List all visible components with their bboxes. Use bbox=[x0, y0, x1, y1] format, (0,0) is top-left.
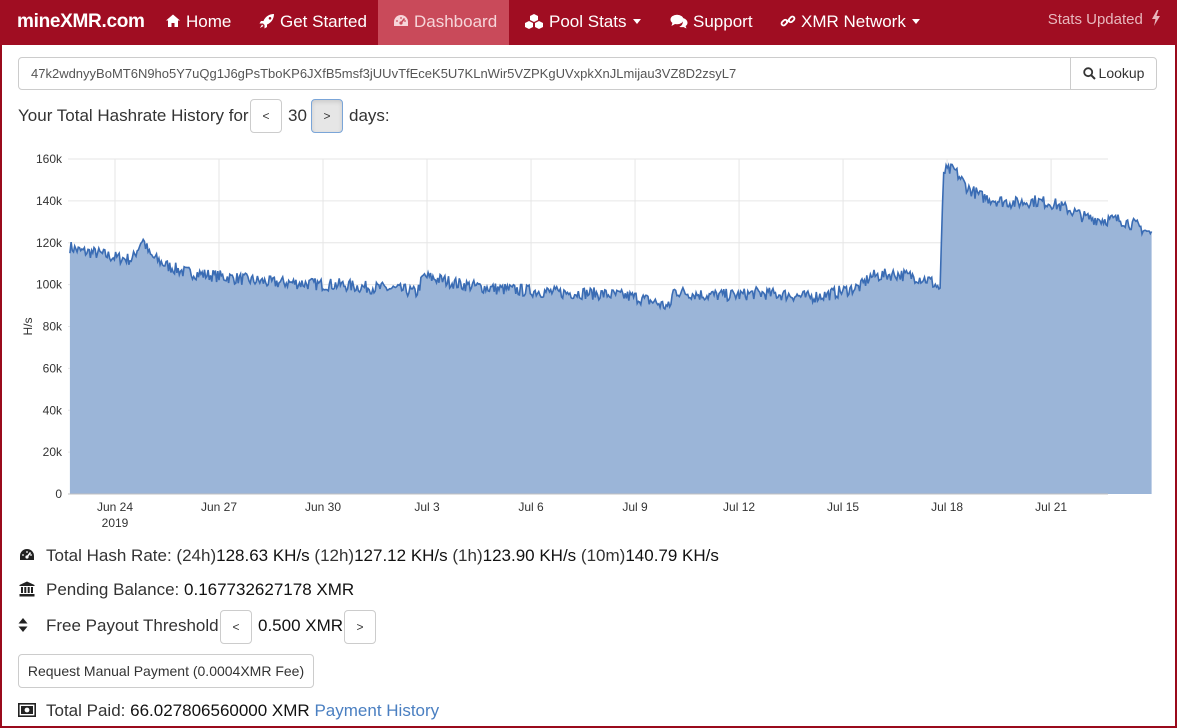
x-tick-label: Jul 18 bbox=[931, 500, 963, 514]
nav-dashboard-label: Dashboard bbox=[414, 12, 498, 31]
bank-icon bbox=[19, 581, 35, 597]
comments-icon bbox=[670, 14, 688, 29]
history-label: Your Total Hashrate History for bbox=[18, 106, 249, 125]
threshold-value: 0.500 XMR bbox=[258, 616, 343, 636]
nav-home-label: Home bbox=[186, 12, 232, 31]
y-axis-label: H/s bbox=[21, 318, 35, 336]
payment-history-link[interactable]: Payment History bbox=[314, 701, 439, 720]
rate-1h-value: 123.90 KH/s bbox=[482, 546, 577, 565]
address-input[interactable]: 47k2wdnyyBoMT6N9ho5Y7uQg1J6gPsTboKP6JXfB… bbox=[18, 57, 1071, 90]
days-next-button[interactable]: > bbox=[311, 99, 343, 133]
x-tick-label: Jul 3 bbox=[414, 500, 440, 514]
link-icon bbox=[780, 15, 796, 27]
nav-xmr-network[interactable]: XMR Network bbox=[780, 0, 920, 45]
y-tick-label: 40k bbox=[43, 403, 63, 417]
y-tick-label: 20k bbox=[43, 445, 63, 459]
payout-threshold-row: Free Payout Threshold: bbox=[18, 616, 223, 636]
x-tick-label: Jun 24 bbox=[97, 500, 133, 514]
nav-support-label: Support bbox=[693, 12, 753, 31]
bolt-icon bbox=[1152, 10, 1160, 26]
nav-dashboard[interactable]: Dashboard bbox=[378, 0, 509, 45]
y-tick-label: 0 bbox=[55, 487, 62, 501]
total-paid-label: Total Paid: bbox=[46, 701, 126, 720]
x-tick-label: Jul 12 bbox=[723, 500, 755, 514]
rocket-icon bbox=[259, 14, 274, 29]
dashboard-icon bbox=[20, 549, 34, 560]
y-tick-label: 80k bbox=[43, 320, 63, 334]
x-tick-label: Jul 6 bbox=[518, 500, 544, 514]
nav-support[interactable]: Support bbox=[670, 0, 753, 45]
nav-pool-stats-label: Pool Stats bbox=[549, 12, 627, 31]
x-tick-year-label: 2019 bbox=[102, 516, 129, 530]
pending-balance-label: Pending Balance: bbox=[46, 580, 180, 599]
days-value: 30 bbox=[288, 106, 307, 125]
series-area bbox=[69, 164, 1152, 495]
chevron-down-icon bbox=[911, 19, 920, 24]
rate-12h-label: (12h) bbox=[314, 546, 355, 565]
cubes-icon bbox=[525, 14, 543, 29]
total-hash-rate-row: Total Hash Rate: (24h)128.63 KH/s (12h)1… bbox=[18, 546, 719, 566]
nav-xmr-network-label: XMR Network bbox=[801, 12, 906, 31]
y-tick-label: 120k bbox=[36, 236, 63, 250]
x-tick-label: Jun 30 bbox=[305, 500, 341, 514]
nav-home[interactable]: Home bbox=[165, 0, 231, 45]
nav-get-started-label: Get Started bbox=[280, 12, 367, 31]
y-tick-label: 140k bbox=[36, 194, 63, 208]
days-suffix: days: bbox=[349, 106, 390, 125]
threshold-value-text: 0.500 XMR bbox=[258, 616, 344, 635]
y-tick-label: 100k bbox=[36, 278, 63, 292]
nav-get-started[interactable]: Get Started bbox=[259, 0, 367, 45]
total-paid-value: 66.027806560000 XMR bbox=[130, 701, 310, 720]
search-icon bbox=[1082, 67, 1096, 80]
pending-balance-row: Pending Balance: 0.167732627178 XMR bbox=[18, 580, 354, 600]
threshold-increase-button[interactable]: > bbox=[344, 610, 376, 644]
money-icon bbox=[18, 703, 36, 717]
days-prev-button[interactable]: < bbox=[250, 99, 282, 133]
x-tick-label: Jul 15 bbox=[827, 500, 859, 514]
rate-24h-label: (24h) bbox=[176, 546, 217, 565]
x-tick-label: Jun 27 bbox=[201, 500, 237, 514]
brand-logo[interactable]: mineXMR.com bbox=[17, 11, 145, 33]
hash-rate-label: Total Hash Rate: bbox=[46, 546, 172, 565]
threshold-decrease-button[interactable]: < bbox=[220, 610, 252, 644]
lookup-button[interactable]: Lookup bbox=[1070, 57, 1157, 90]
rate-24h-value: 128.63 KH/s bbox=[216, 546, 310, 565]
payout-threshold-label: Free Payout Threshold: bbox=[46, 616, 224, 635]
rate-10m-value: 140.79 KH/s bbox=[625, 546, 719, 565]
total-paid-row: Total Paid: 66.027806560000 XMR Payment … bbox=[18, 701, 439, 721]
sort-icon bbox=[18, 618, 28, 632]
home-icon bbox=[166, 14, 180, 27]
chevron-down-icon bbox=[632, 19, 641, 24]
dashboard-icon bbox=[394, 15, 408, 26]
y-tick-label: 60k bbox=[43, 361, 63, 375]
x-tick-label: Jul 9 bbox=[622, 500, 648, 514]
request-payment-button[interactable]: Request Manual Payment (0.0004XMR Fee) bbox=[18, 654, 314, 688]
stats-updated: Stats Updated bbox=[1048, 0, 1161, 40]
nav-pool-stats[interactable]: Pool Stats bbox=[524, 0, 641, 45]
rate-12h-value: 127.12 KH/s bbox=[354, 546, 448, 565]
rate-10m-label: (10m) bbox=[580, 546, 626, 565]
y-tick-label: 160k bbox=[36, 152, 63, 166]
stats-updated-label: Stats Updated bbox=[1047, 11, 1143, 28]
hashrate-chart: 0 20k 40k 60k 80k 100k 120k 140k 160k Jun 24 2019 J… bbox=[21, 152, 1153, 530]
lookup-button-label: Lookup bbox=[1098, 65, 1145, 81]
pending-balance-value: 0.167732627178 XMR bbox=[184, 580, 355, 599]
navbar: mineXMR.com Home Get Started Dashboard P… bbox=[0, 0, 1177, 45]
x-tick-label: Jul 21 bbox=[1035, 500, 1067, 514]
rate-1h-label: (1h) bbox=[452, 546, 483, 565]
